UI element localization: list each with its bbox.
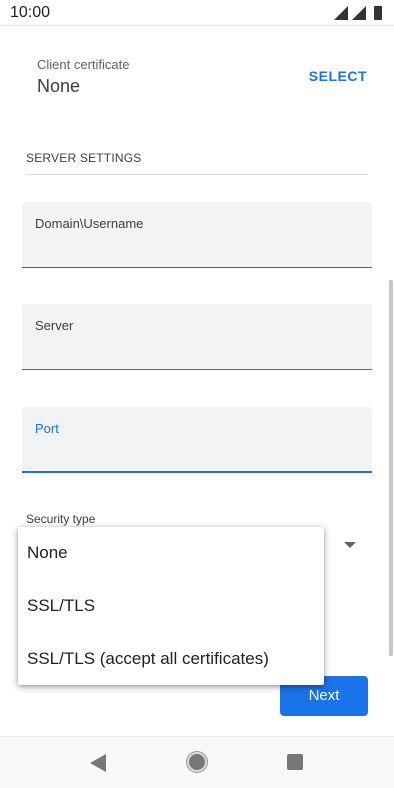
port-field[interactable]: Port — [22, 407, 372, 473]
port-label: Port — [35, 421, 59, 436]
recents-icon[interactable] — [287, 754, 303, 770]
signal-icon — [352, 6, 366, 20]
back-icon[interactable] — [90, 754, 108, 772]
option-ssl-tls-accept-all[interactable]: SSL/TLS (accept all certificates) — [27, 649, 317, 669]
status-icons — [334, 6, 386, 20]
server-label: Server — [35, 318, 74, 333]
home-icon[interactable] — [187, 752, 207, 772]
option-ssl-tls[interactable]: SSL/TLS — [27, 596, 317, 616]
security-type-popup: None SSL/TLS SSL/TLS (accept all certifi… — [18, 527, 324, 685]
server-settings-header: SERVER SETTINGS — [26, 151, 142, 165]
signal-icon — [334, 6, 348, 20]
option-none[interactable]: None — [27, 543, 317, 563]
security-type-label: Security type — [26, 512, 96, 526]
dropdown-arrow-icon[interactable] — [344, 542, 356, 548]
port-input[interactable] — [35, 447, 355, 465]
scrollbar[interactable] — [389, 280, 393, 656]
section-divider — [26, 174, 368, 175]
status-bar: 10:00 — [0, 0, 394, 26]
select-certificate-button[interactable]: SELECT — [309, 68, 367, 84]
server-field[interactable]: Server — [22, 304, 372, 370]
domain-username-input[interactable] — [35, 243, 355, 261]
domain-username-label: Domain\Username — [35, 216, 144, 231]
server-input[interactable] — [35, 345, 355, 363]
client-certificate-value: None — [37, 76, 81, 96]
client-certificate-label: Client certificate — [37, 57, 130, 72]
domain-username-field[interactable]: Domain\Username — [22, 202, 372, 268]
status-time: 10:00 — [10, 4, 51, 21]
navigation-bar — [0, 736, 394, 788]
battery-icon — [374, 6, 382, 20]
